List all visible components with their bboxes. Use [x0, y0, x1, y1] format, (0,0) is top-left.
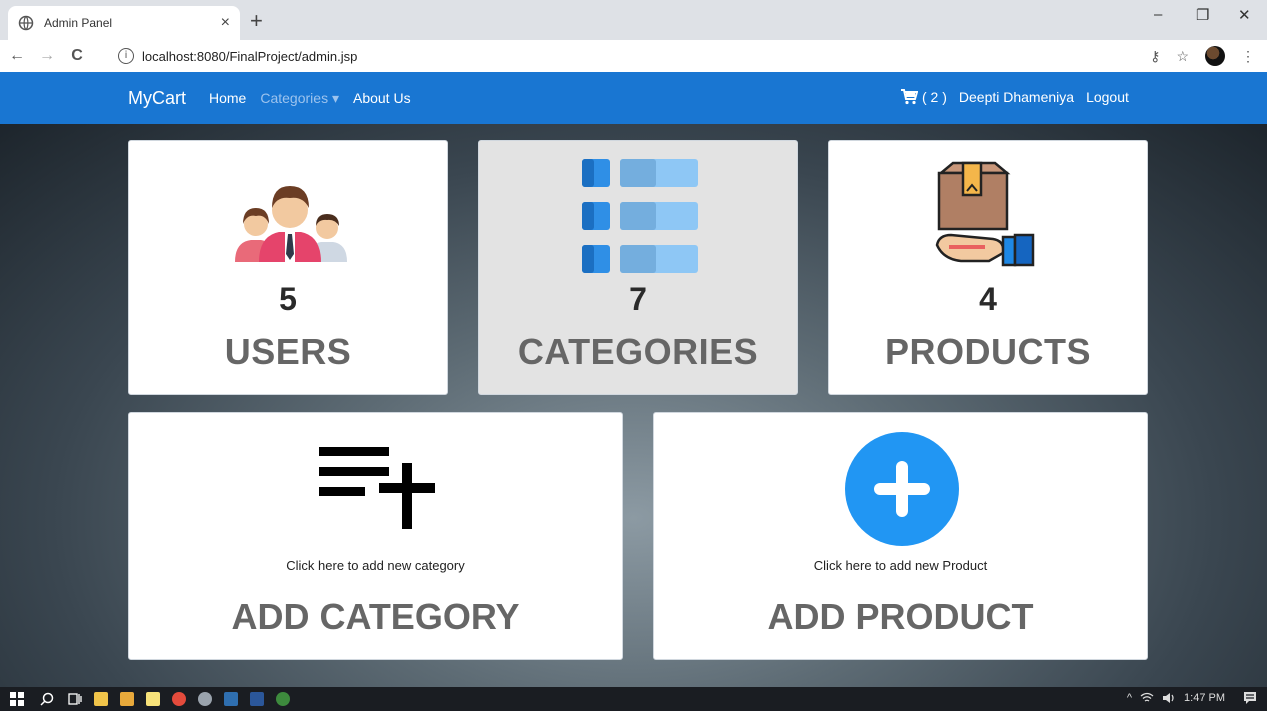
key-icon[interactable]: ⚷	[1150, 48, 1160, 65]
search-icon[interactable]	[40, 692, 54, 706]
add-category-hint: Click here to add new category	[286, 558, 465, 573]
nav-categories-dropdown[interactable]: Categories ▾	[260, 90, 339, 107]
wifi-icon[interactable]	[1140, 692, 1154, 704]
restore-button[interactable]: ❐	[1196, 6, 1209, 24]
store-icon[interactable]	[94, 692, 108, 706]
minimize-button[interactable]: –	[1154, 6, 1162, 23]
products-label: PRODUCTS	[884, 331, 1091, 372]
os-taskbar: ^ 1:47 PM	[0, 687, 1267, 711]
users-label: USERS	[224, 331, 352, 372]
file-explorer-icon[interactable]	[120, 692, 134, 706]
task-view-icon[interactable]	[68, 692, 82, 706]
list-grid-icon	[582, 159, 698, 273]
url-bar[interactable]: i localhost:8080/FinalProject/admin.jsp	[110, 43, 1110, 69]
chrome-icon[interactable]	[172, 692, 186, 706]
nav-about[interactable]: About Us	[353, 90, 411, 107]
categories-card[interactable]: 7 CATEGORIES	[478, 140, 798, 395]
bookmark-star-icon[interactable]: ☆	[1176, 48, 1189, 65]
notification-icon[interactable]	[1243, 691, 1257, 704]
close-window-button[interactable]: ✕	[1238, 6, 1251, 24]
brand-logo[interactable]: MyCart	[128, 88, 186, 109]
users-icon	[235, 186, 347, 262]
cart-count: ( 2 )	[922, 89, 947, 105]
add-category-label: ADD CATEGORY	[231, 596, 520, 637]
paint-icon[interactable]	[276, 692, 290, 706]
browser-tabstrip: Admin Panel × + – ❐ ✕	[0, 0, 1267, 40]
volume-icon[interactable]	[1162, 692, 1176, 704]
users-card[interactable]: 5 USERS	[128, 140, 448, 395]
system-tray: ^ 1:47 PM	[1127, 691, 1257, 704]
categories-label: CATEGORIES	[517, 331, 759, 372]
categories-count: 7	[629, 281, 647, 317]
windows-start-icon[interactable]	[10, 692, 24, 706]
address-toolbar: ← → C i localhost:8080/FinalProject/admi…	[0, 40, 1267, 72]
add-product-label: ADD PRODUCT	[767, 596, 1034, 637]
profile-avatar-icon[interactable]	[1205, 46, 1225, 66]
cart-link[interactable]: ( 2 )	[900, 89, 947, 105]
nav-home[interactable]: Home	[209, 90, 246, 107]
globe-icon	[18, 15, 34, 31]
user-name-link[interactable]: Deepti Dhameniya	[959, 89, 1074, 105]
nav-right: ( 2 ) Deepti Dhameniya Logout	[900, 89, 1129, 105]
nav-links: Home Categories ▾ About Us	[209, 90, 411, 107]
clock-time[interactable]: 1:47 PM	[1184, 692, 1225, 704]
tray-chevron-icon[interactable]: ^	[1127, 692, 1132, 704]
new-tab-button[interactable]: +	[250, 8, 263, 34]
back-button[interactable]: ←	[6, 47, 28, 65]
ide-icon[interactable]	[224, 692, 238, 706]
url-text: localhost:8080/FinalProject/admin.jsp	[142, 48, 358, 64]
add-product-hint: Click here to add new Product	[813, 558, 988, 573]
app-navbar: MyCart Home Categories ▾ About Us ( 2 ) …	[0, 72, 1267, 124]
products-card[interactable]: 4 PRODUCTS	[828, 140, 1148, 395]
settings-icon[interactable]	[198, 692, 212, 706]
tab-title: Admin Panel	[44, 16, 113, 30]
forward-button[interactable]: →	[36, 47, 58, 65]
users-count: 5	[279, 281, 297, 317]
playlist-add-icon	[319, 447, 435, 529]
logout-link[interactable]: Logout	[1086, 89, 1129, 105]
cart-icon	[901, 89, 918, 105]
reload-button[interactable]: C	[66, 47, 88, 65]
plus-circle-icon	[845, 432, 959, 546]
info-icon[interactable]: i	[118, 48, 134, 64]
products-count: 4	[979, 281, 997, 317]
add-category-card[interactable]: Click here to add new category ADD CATEG…	[128, 412, 623, 660]
browser-menu-icon[interactable]: ⋮	[1241, 48, 1255, 65]
word-icon[interactable]	[250, 692, 264, 706]
dashboard-area: 5 USERS 7 CATEGORIES 4 PRODUCTS Click he…	[0, 124, 1267, 687]
add-product-card[interactable]: Click here to add new Product ADD PRODUC…	[653, 412, 1148, 660]
tab-close-icon[interactable]: ×	[221, 14, 230, 32]
box-in-hand-icon	[935, 161, 1035, 267]
notes-icon[interactable]	[146, 692, 160, 706]
browser-tab[interactable]: Admin Panel ×	[8, 6, 240, 40]
toolbar-actions: ⚷ ☆ ⋮	[1150, 46, 1255, 66]
